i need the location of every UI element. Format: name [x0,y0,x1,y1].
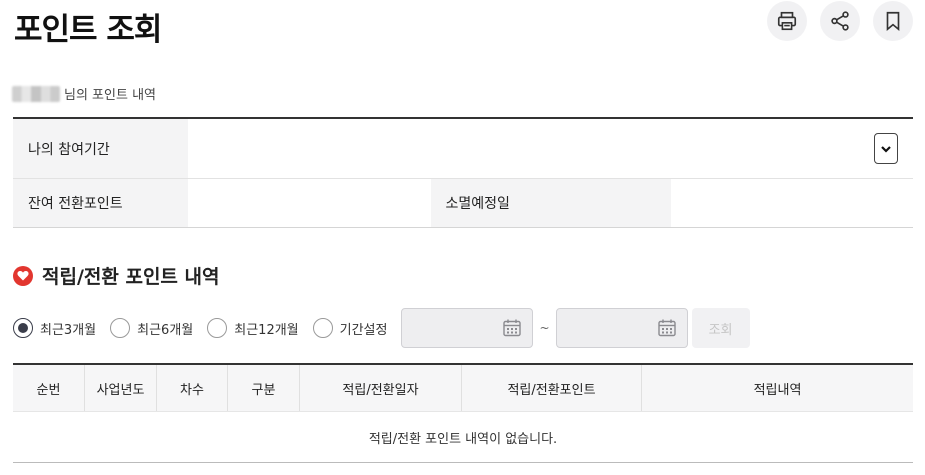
search-button[interactable]: 조회 [691,308,750,348]
radio-option-3months[interactable]: 최근3개월 [13,318,96,338]
column-header-points: 적립/전환포인트 [462,365,642,411]
period-cell [188,119,913,178]
bookmark-icon [886,11,900,32]
section-title-text: 적립/전환 포인트 내역 [42,266,220,288]
column-header-details: 적립내역 [753,382,802,398]
radio-unchecked[interactable] [207,318,228,338]
radio-label: 최근3개월 [40,322,97,338]
participation-info-table: 나의 참여기간 잔여 전환포인트 소멸예정일 [13,117,913,228]
radio-unchecked[interactable] [312,318,333,338]
balance-value [188,179,431,227]
user-greeting: 님의 포인트 내역 [12,84,156,103]
top-actions [767,1,913,41]
share-button[interactable] [820,1,860,41]
column-header-type: 구분 [228,365,300,411]
radio-option-12months[interactable]: 최근12개월 [207,318,299,338]
period-label: 나의 참여기간 [13,119,188,178]
column-header-fiscal-year: 사업년도 [85,365,157,411]
calendar-icon [657,319,676,337]
radio-label: 최근12개월 [234,322,299,338]
start-date-field[interactable] [401,308,534,348]
period-filter: 최근3개월 최근6개월 최근12개월 기간설정 ~ 조회 [13,308,750,348]
radio-option-custom[interactable]: 기간설정 [312,318,388,338]
radio-label: 최근6개월 [137,322,194,338]
period-select[interactable] [874,133,898,164]
end-date-field[interactable] [555,308,688,348]
expire-value [671,179,914,227]
points-history-table: 순번 사업년도 차수 구분 적립/전환일자 적립/전환포인트 적립내역 적립/전… [13,363,913,463]
radio-unchecked[interactable] [110,318,131,338]
column-header-no: 순번 [13,365,85,411]
print-icon [777,11,797,31]
bookmark-button[interactable] [873,1,913,41]
column-header-date: 적립/전환일자 [300,365,462,411]
share-icon [831,11,849,31]
range-separator: ~ [539,321,550,335]
radio-option-6months[interactable]: 최근6개월 [110,318,193,338]
user-greeting-text: 님의 포인트 내역 [64,88,156,103]
info-row-period: 나의 참여기간 [13,119,913,179]
info-row-balance: 잔여 전환포인트 소멸예정일 [13,179,913,227]
page-title: 포인트 조회 [14,12,162,48]
masked-user-name [12,85,60,102]
calendar-icon [503,319,522,337]
chevron-down-icon [881,145,891,153]
balance-label: 잔여 전환포인트 [13,179,188,227]
radio-label: 기간설정 [339,322,388,338]
section-title: 적립/전환 포인트 내역 [13,262,220,289]
print-button[interactable] [767,1,807,41]
expire-label: 소멸예정일 [430,179,671,227]
heart-icon [13,265,33,286]
radio-checked[interactable] [13,318,33,338]
table-header: 순번 사업년도 차수 구분 적립/전환일자 적립/전환포인트 적립내역 [13,365,913,411]
empty-table-message: 적립/전환 포인트 내역이 없습니다. [13,411,913,462]
column-header-round: 차수 [157,365,228,411]
